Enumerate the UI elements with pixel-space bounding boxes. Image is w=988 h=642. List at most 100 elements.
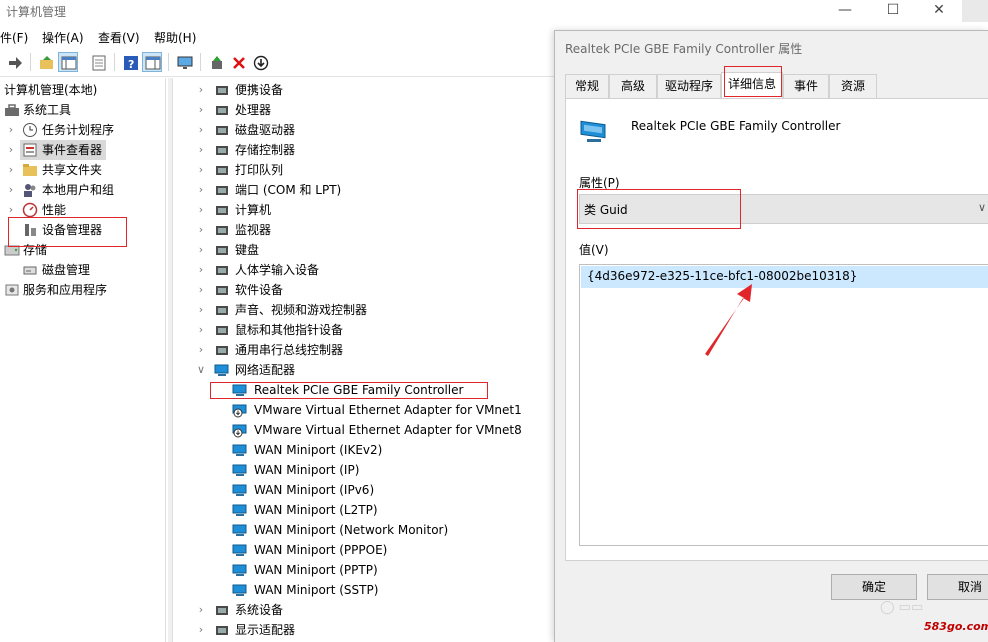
tree-item-label: 计算机管理(本地) [4,83,98,97]
tree-item-label: 系统工具 [23,103,72,117]
device-label: 监视器 [235,223,272,237]
expand-chevron-icon[interactable]: › [6,140,16,160]
cancel-button[interactable]: 取消 [927,574,988,600]
expand-chevron-icon[interactable]: › [196,620,206,640]
tab-events[interactable]: 事件 [783,74,829,98]
expand-chevron-icon[interactable]: › [196,80,206,100]
dialog-title: Realtek PCIe GBE Family Controller 属性 [565,42,803,56]
expand-chevron-icon[interactable]: › [196,140,206,160]
device-label: 计算机 [235,203,272,217]
device-label: WAN Miniport (IKEv2) [254,443,383,457]
menu-action[interactable]: 操作(A) [42,29,84,46]
download-circle-icon[interactable] [250,52,270,72]
device-label: 显示适配器 [235,623,296,637]
device-label: 键盘 [235,243,260,257]
annotation-box-details-tab [724,66,782,97]
background-window-strip [962,0,988,22]
toolbar-separator [30,53,31,71]
toolbar-separator [168,53,169,71]
up-folder-icon[interactable] [36,52,56,72]
toolbar: ? [0,49,560,75]
shared-folder-icon [23,164,37,176]
tab-resources[interactable]: 资源 [829,74,877,98]
menu-file[interactable]: 件(F) [0,29,28,46]
expand-chevron-icon[interactable]: › [196,600,206,620]
maximize-button[interactable]: ☐ [870,0,916,22]
device-label: 人体学输入设备 [235,263,320,277]
expand-chevron-icon[interactable]: › [196,220,206,240]
value-list[interactable]: {4d36e972-e325-11ce-bfc1-08002be10318} [579,264,988,546]
device-label: 软件设备 [235,283,284,297]
expand-chevron-icon[interactable]: › [196,240,206,260]
expand-chevron-icon[interactable]: › [196,320,206,340]
device-category-icon [214,142,230,158]
expand-chevron-icon[interactable]: › [6,120,16,140]
device-category-icon [214,242,230,258]
device-category-icon [214,302,230,318]
tab-general[interactable]: 常规 [565,74,609,98]
monitor-icon[interactable] [174,52,194,72]
chevron-down-icon: ∨ [977,201,986,214]
help-icon[interactable]: ? [120,52,140,72]
minimize-button[interactable]: — [822,0,868,22]
device-category-icon [214,322,230,338]
device-label: WAN Miniport (L2TP) [254,503,378,517]
device-category-icon [214,82,230,98]
tab-advanced[interactable]: 高级 [609,74,657,98]
annotation-box-realtek [210,382,488,399]
collapse-chevron-icon[interactable]: ∨ [196,360,206,380]
performance-gauge-icon [22,202,38,218]
expand-chevron-icon[interactable]: › [196,340,206,360]
network-adapter-icon [232,462,248,478]
clock-icon [23,123,37,137]
device-label: 磁盘驱动器 [235,123,296,137]
device-label: 便携设备 [235,83,284,97]
properties-dialog: Realtek PCIe GBE Family Controller 属性 常规… [554,30,988,642]
update-driver-icon[interactable] [206,52,226,72]
action-pane-icon[interactable] [142,52,162,72]
expand-chevron-icon[interactable]: › [196,100,206,120]
menu-view[interactable]: 查看(V) [98,29,140,46]
expand-chevron-icon[interactable]: › [196,280,206,300]
expand-chevron-icon[interactable]: › [196,300,206,320]
toolbox-icon [5,104,19,116]
device-label: 网络适配器 [235,363,296,377]
device-category-icon [214,342,230,358]
device-label: WAN Miniport (PPTP) [254,563,378,577]
tab-driver[interactable]: 驱动程序 [657,74,721,98]
expand-chevron-icon[interactable]: › [196,180,206,200]
network-adapter-icon [232,422,248,438]
expand-chevron-icon[interactable]: › [196,160,206,180]
device-name: Realtek PCIe GBE Family Controller [631,119,841,133]
network-adapter-icon [232,442,248,458]
value-row-selected[interactable]: {4d36e972-e325-11ce-bfc1-08002be10318} [581,266,988,288]
menu-bar: 件(F) 操作(A) 查看(V) 帮助(H) [0,26,560,48]
device-label: 存储控制器 [235,143,296,157]
device-label: VMware Virtual Ethernet Adapter for VMne… [254,403,522,417]
device-label: VMware Virtual Ethernet Adapter for VMne… [254,423,522,437]
annotation-box-device-manager [8,217,127,247]
tree-item-label: 事件查看器 [42,143,103,157]
network-adapter-icon [232,542,248,558]
expand-chevron-icon[interactable]: › [196,200,206,220]
show-hide-console-tree-icon[interactable] [58,52,78,72]
device-category-icon [214,282,230,298]
close-button[interactable]: ✕ [916,0,962,22]
users-icon [24,184,36,197]
network-adapter-icon [214,362,230,378]
menu-help[interactable]: 帮助(H) [154,29,196,46]
ok-button[interactable]: 确定 [831,574,917,600]
window-title: 计算机管理 [6,5,67,19]
expand-chevron-icon[interactable]: › [6,160,16,180]
properties-sheet-icon[interactable] [88,52,108,72]
uninstall-x-icon[interactable] [228,52,248,72]
expand-chevron-icon[interactable]: › [196,260,206,280]
tree-item-computer-management[interactable]: 计算机管理(本地) [4,80,97,100]
watermark-logo: ◯ ▭▭ [880,600,924,615]
network-adapter-icon [580,120,606,142]
expand-chevron-icon[interactable]: › [196,120,206,140]
network-adapter-icon [232,502,248,518]
device-category-icon [214,162,230,178]
expand-chevron-icon[interactable]: › [6,180,16,200]
forward-arrow-icon[interactable] [4,52,24,72]
